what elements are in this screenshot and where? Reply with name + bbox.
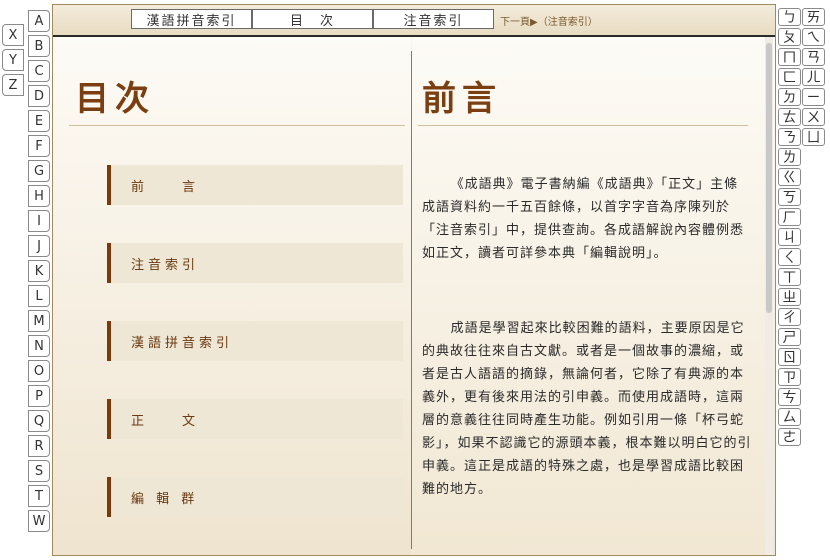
letter-tab-e[interactable]: E <box>28 110 50 132</box>
zhuyin-tab[interactable]: ㄖ <box>778 348 801 366</box>
letter-tab-l[interactable]: L <box>28 285 50 307</box>
zhuyin-tab-spacer <box>802 288 826 308</box>
zhuyin-tab[interactable]: ㄦ <box>802 68 825 86</box>
letter-tab-q[interactable]: Q <box>28 410 50 432</box>
preface-page: 前言 《成語典》電子書納編《成語典》「正文」主條成語資料約一千五百餘條，以首字字… <box>412 37 775 555</box>
contents-menu-item[interactable]: 注音索引 <box>107 243 403 283</box>
letter-tab-x[interactable]: X <box>2 24 24 46</box>
zhuyin-tab[interactable]: ㄒ <box>778 268 801 286</box>
zhuyin-tab[interactable]: ㄋ <box>778 128 801 146</box>
zhuyin-tab[interactable]: ㄇ <box>778 48 801 66</box>
letter-tab-a[interactable]: A <box>28 10 50 32</box>
letter-tab-c[interactable]: C <box>28 60 50 82</box>
zhuyin-tab-spacer <box>802 208 826 228</box>
zhuyin-tab[interactable]: ㄗ <box>778 368 801 386</box>
letter-tab-w[interactable]: W <box>28 510 50 532</box>
letter-tab-t[interactable]: T <box>28 485 50 507</box>
zhuyin-tab-spacer <box>802 188 826 208</box>
ebook-viewer: 漢語拼音索引 目 次 注音索引 下一頁▶（注音索引） 目次 前 言注音索引 漢語拼… <box>52 4 776 556</box>
alphabet-index-tabs-extra: XYZ <box>2 24 24 99</box>
zhuyin-tab[interactable]: ㄉ <box>778 88 801 106</box>
zhuyin-tab[interactable]: ㄆ <box>778 28 801 46</box>
title-divider <box>69 125 405 126</box>
zhuyin-tab-spacer <box>802 248 826 268</box>
zhuyin-tab-spacer <box>802 328 826 348</box>
letter-tab-n[interactable]: N <box>28 335 50 357</box>
letter-tab-r[interactable]: R <box>28 435 50 457</box>
zhuyin-index-tabs: ㄅㄞㄆㄟㄇㄢㄈㄦㄉㄧㄊㄨㄋㄩㄌㄍㄎㄏㄐㄑㄒㄓㄔㄕㄖㄗㄘㄙㄜ <box>778 8 826 448</box>
zhuyin-tab[interactable]: ㄢ <box>802 48 825 66</box>
zhuyin-index-button[interactable]: 注音索引 <box>373 9 494 29</box>
top-toolbar: 漢語拼音索引 目 次 注音索引 下一頁▶（注音索引） <box>53 5 775 37</box>
zhuyin-tab[interactable]: ㄏ <box>778 208 801 226</box>
letter-tab-s[interactable]: S <box>28 460 50 482</box>
zhuyin-tab[interactable]: ㄈ <box>778 68 801 86</box>
contents-menu-item[interactable]: 編 輯 群 <box>107 477 403 517</box>
letter-tab-d[interactable]: D <box>28 85 50 107</box>
letter-tab-b[interactable]: B <box>28 35 50 57</box>
letter-tab-y[interactable]: Y <box>2 49 24 71</box>
next-page-link[interactable]: 下一頁▶（注音索引） <box>500 13 598 28</box>
zhuyin-tab[interactable]: ㄩ <box>802 128 825 146</box>
zhuyin-tab[interactable]: ㄅ <box>778 8 801 26</box>
zhuyin-tab[interactable]: ㄐ <box>778 228 801 246</box>
zhuyin-tab-spacer <box>802 168 826 188</box>
contents-menu-item[interactable]: 漢語拼音索引 <box>107 321 403 361</box>
zhuyin-tab[interactable]: ㄍ <box>778 168 801 186</box>
letter-tab-f[interactable]: F <box>28 135 50 157</box>
zhuyin-tab[interactable]: ㄑ <box>778 248 801 266</box>
zhuyin-tab-spacer <box>802 428 826 448</box>
contents-menu-item[interactable]: 前 言 <box>107 165 403 205</box>
zhuyin-tab[interactable]: ㄙ <box>778 408 801 426</box>
letter-tab-k[interactable]: K <box>28 260 50 282</box>
zhuyin-tab[interactable]: ㄟ <box>802 28 825 46</box>
zhuyin-tab-spacer <box>802 308 826 328</box>
preface-title: 前言 <box>422 79 502 119</box>
pinyin-index-button[interactable]: 漢語拼音索引 <box>131 9 252 29</box>
letter-tab-z[interactable]: Z <box>2 74 24 96</box>
letter-tab-i[interactable]: I <box>28 210 50 232</box>
contents-title: 目次 <box>75 79 155 119</box>
letter-tab-g[interactable]: G <box>28 160 50 182</box>
zhuyin-tab[interactable]: ㄌ <box>778 148 801 166</box>
zhuyin-tab-spacer <box>802 388 826 408</box>
zhuyin-tab-spacer <box>802 368 826 388</box>
zhuyin-tab[interactable]: ㄎ <box>778 188 801 206</box>
zhuyin-tab[interactable]: ㄨ <box>802 108 825 126</box>
contents-menu-item[interactable]: 正 文 <box>107 399 403 439</box>
alphabet-index-tabs: ABCDEFGHIJKLMNOPQRSTW <box>28 10 50 535</box>
zhuyin-tab[interactable]: ㄞ <box>802 8 825 26</box>
letter-tab-m[interactable]: M <box>28 310 50 332</box>
zhuyin-tab[interactable]: ㄕ <box>778 328 801 346</box>
preface-paragraph-2: 成語是學習起來比較困難的語料，主要原因是它的典故往往來自古文獻。或者是一個故事的… <box>422 321 752 497</box>
letter-tab-j[interactable]: J <box>28 235 50 257</box>
zhuyin-tab[interactable]: ㄊ <box>778 108 801 126</box>
preface-paragraph-1: 《成語典》電子書納編《成語典》「正文」主條成語資料約一千五百餘條，以首字字音為序… <box>422 177 745 261</box>
zhuyin-tab-spacer <box>802 348 826 368</box>
zhuyin-tab[interactable]: ㄔ <box>778 308 801 326</box>
scrollbar[interactable] <box>765 37 773 555</box>
title-divider <box>418 125 748 126</box>
zhuyin-tab-spacer <box>802 228 826 248</box>
contents-button[interactable]: 目 次 <box>252 9 373 29</box>
letter-tab-p[interactable]: P <box>28 385 50 407</box>
scrollbar-thumb[interactable] <box>766 43 772 313</box>
zhuyin-tab[interactable]: ㄘ <box>778 388 801 406</box>
letter-tab-h[interactable]: H <box>28 185 50 207</box>
zhuyin-tab[interactable]: ㄜ <box>778 428 801 446</box>
zhuyin-tab-spacer <box>802 408 826 428</box>
zhuyin-tab[interactable]: ㄓ <box>778 288 801 306</box>
zhuyin-tab[interactable]: ㄧ <box>802 88 825 106</box>
zhuyin-tab-spacer <box>802 148 826 168</box>
zhuyin-tab-spacer <box>802 268 826 288</box>
letter-tab-o[interactable]: O <box>28 360 50 382</box>
contents-page: 目次 前 言注音索引漢語拼音索引正 文編 輯 群 <box>53 37 411 555</box>
